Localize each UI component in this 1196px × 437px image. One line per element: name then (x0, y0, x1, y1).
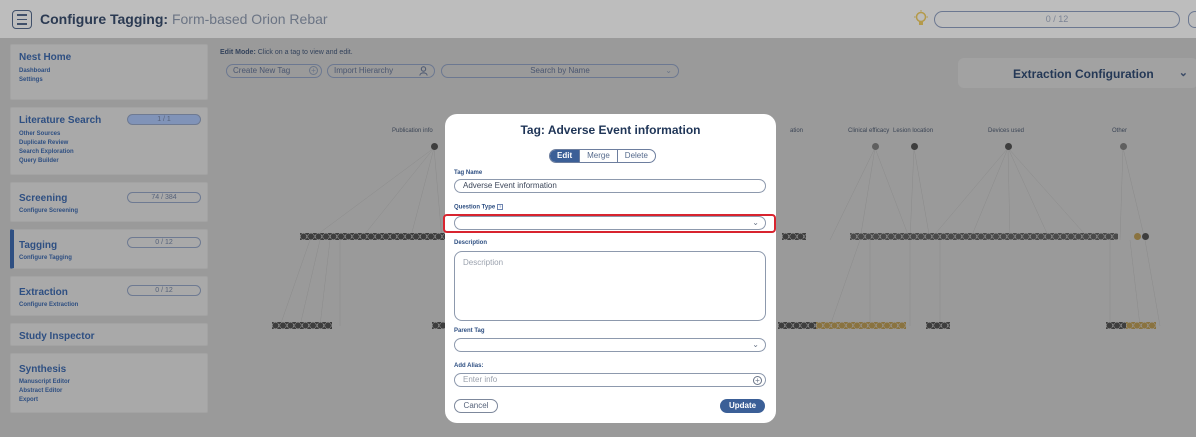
edit-mode-text: Click on a tag to view and edit. (255, 49, 353, 56)
tag-name-input[interactable]: Adverse Event information (454, 179, 766, 193)
tree-node[interactable] (1134, 233, 1141, 240)
tree-leaf-row-gold[interactable] (816, 322, 906, 329)
top-bar: Configure Tagging: Form-based Orion Reba… (0, 0, 1196, 38)
extraction-progress-pill: 0 / 12 (127, 285, 201, 296)
sidebar-section-title[interactable]: Nest Home (19, 52, 199, 63)
modal-mode-tabs: Edit Merge Delete (549, 149, 656, 163)
sidebar-link-duplicate-review[interactable]: Duplicate Review (19, 139, 199, 147)
tree-leaf-row-left2[interactable] (432, 322, 446, 329)
sidebar-section-synthesis[interactable]: Synthesis Manuscript Editor Abstract Edi… (10, 353, 208, 413)
sidebar-link-dashboard[interactable]: Dashboard (19, 67, 199, 75)
alias-input[interactable]: Enter info + (454, 373, 766, 387)
sidebar-link-query-builder[interactable]: Query Builder (19, 157, 199, 165)
tagging-progress-pill: 0 / 12 (127, 237, 201, 248)
cancel-button[interactable]: Cancel (454, 399, 498, 413)
edit-mode-label: Edit Mode: (220, 49, 256, 56)
help-icon[interactable]: ? (497, 204, 504, 210)
sidebar-link-configure-tagging[interactable]: Configure Tagging (19, 254, 199, 262)
sidebar-section-screening[interactable]: Screening 74 / 384 Configure Screening (10, 182, 208, 222)
import-hierarchy-label: Import Hierarchy (334, 66, 394, 75)
tree-label-ation: ation (790, 128, 804, 134)
tree-label-clinical-efficacy: Clinical efficacy (848, 128, 890, 134)
literature-progress-pill: 1 / 1 (127, 114, 201, 125)
edit-tag-modal: Tag: Adverse Event information Edit Merg… (445, 114, 776, 423)
question-type-highlight (443, 214, 776, 233)
page-title-rest: Form-based Orion Rebar (168, 11, 328, 27)
extraction-configuration-dropdown[interactable]: Extraction Configuration ⌄ (958, 58, 1196, 88)
tree-label-other: Other (1112, 128, 1128, 134)
chevron-down-icon: ⌄ (665, 66, 672, 75)
search-placeholder: Search by Name (530, 66, 590, 75)
tree-leaf-row-other[interactable] (1106, 322, 1126, 329)
edit-mode-hint: Edit Mode: Click on a tag to view and ed… (220, 49, 353, 56)
add-alias-label: Add Alias: (454, 363, 484, 369)
sidebar-section-extraction[interactable]: Extraction 0 / 12 Configure Extraction (10, 276, 208, 316)
person-icon (419, 66, 428, 76)
page-title-bold: Configure Tagging: (40, 11, 169, 27)
plus-circle-icon[interactable]: + (753, 376, 762, 385)
sidebar: Nest Home Dashboard Settings Literature … (10, 44, 208, 420)
sidebar-section-study-inspector[interactable]: Study Inspector (10, 323, 208, 346)
tree-leaf-row-other-gold[interactable] (1126, 322, 1156, 329)
screening-progress-pill: 74 / 384 (127, 192, 201, 203)
chevron-down-icon: ⌄ (752, 340, 759, 349)
sidebar-link-manuscript-editor[interactable]: Manuscript Editor (19, 378, 199, 386)
description-label: Description (454, 240, 488, 246)
lightbulb-icon[interactable] (913, 10, 929, 28)
tree-node[interactable] (431, 143, 438, 150)
sidebar-section-nest-home[interactable]: Nest Home Dashboard Settings (10, 44, 208, 100)
question-type-label-wrap: Question Type? (454, 204, 504, 211)
chevron-down-icon: ⌄ (1178, 67, 1188, 79)
tree-node-row-left[interactable] (300, 233, 446, 240)
sidebar-section-title[interactable]: Synthesis (19, 364, 199, 375)
sidebar-section-tagging[interactable]: Tagging 0 / 12 Configure Tagging (10, 229, 208, 269)
tag-name-label: Tag Name (454, 170, 483, 176)
create-new-tag-button[interactable]: Create New Tag + (226, 64, 322, 78)
sidebar-link-export[interactable]: Export (19, 396, 199, 404)
search-by-name-select[interactable]: Search by Name ⌄ (441, 64, 679, 78)
tree-label-devices-used: Devices used (988, 128, 1025, 134)
sidebar-link-abstract-editor[interactable]: Abstract Editor (19, 387, 199, 395)
tree-leaf-row-mid[interactable] (778, 322, 816, 329)
question-type-label: Question Type (454, 204, 496, 211)
plus-circle-icon: + (309, 66, 318, 75)
sidebar-section-literature-search[interactable]: Literature Search 1 / 1 Other Sources Du… (10, 107, 208, 175)
create-new-tag-label: Create New Tag (233, 66, 291, 75)
tree-label-publication-info: Publication info (392, 128, 433, 134)
tree-node-row-right[interactable] (850, 233, 1118, 240)
tab-delete[interactable]: Delete (618, 150, 655, 162)
tree-node[interactable] (911, 143, 918, 150)
tab-edit[interactable]: Edit (550, 150, 581, 162)
tree-node[interactable] (1142, 233, 1149, 240)
tree-node-row-mid[interactable] (782, 233, 806, 240)
sidebar-link-settings[interactable]: Settings (19, 76, 199, 84)
tree-node[interactable] (1120, 143, 1127, 150)
sidebar-link-search-exploration[interactable]: Search Exploration (19, 148, 199, 156)
tab-merge[interactable]: Merge (580, 150, 618, 162)
parent-tag-select[interactable]: ⌄ (454, 338, 766, 352)
sidebar-link-configure-extraction[interactable]: Configure Extraction (19, 301, 199, 309)
menu-icon[interactable] (12, 10, 32, 29)
parent-tag-label: Parent Tag (454, 328, 485, 334)
import-hierarchy-button[interactable]: Import Hierarchy (327, 64, 435, 78)
tree-node[interactable] (1005, 143, 1012, 150)
extraction-configuration-label: Extraction Configuration (1013, 67, 1154, 81)
sidebar-link-configure-screening[interactable]: Configure Screening (19, 207, 199, 215)
tree-leaf-row-left[interactable] (272, 322, 332, 329)
tree-node[interactable] (872, 143, 879, 150)
tree-leaf-row-devices[interactable] (926, 322, 950, 329)
page-title: Configure Tagging: Form-based Orion Reba… (40, 11, 328, 27)
top-extra-control[interactable] (1188, 11, 1196, 28)
sidebar-link-other-sources[interactable]: Other Sources (19, 130, 199, 138)
sidebar-section-title[interactable]: Study Inspector (19, 331, 199, 342)
modal-title: Tag: Adverse Event information (520, 123, 701, 137)
description-textarea[interactable]: Description (454, 251, 766, 321)
tagging-progress-bar: 0 / 12 (934, 11, 1180, 28)
tree-label-lesion-location: Lesion location (893, 128, 934, 134)
update-button[interactable]: Update (720, 399, 765, 413)
alias-placeholder: Enter info (463, 375, 498, 384)
